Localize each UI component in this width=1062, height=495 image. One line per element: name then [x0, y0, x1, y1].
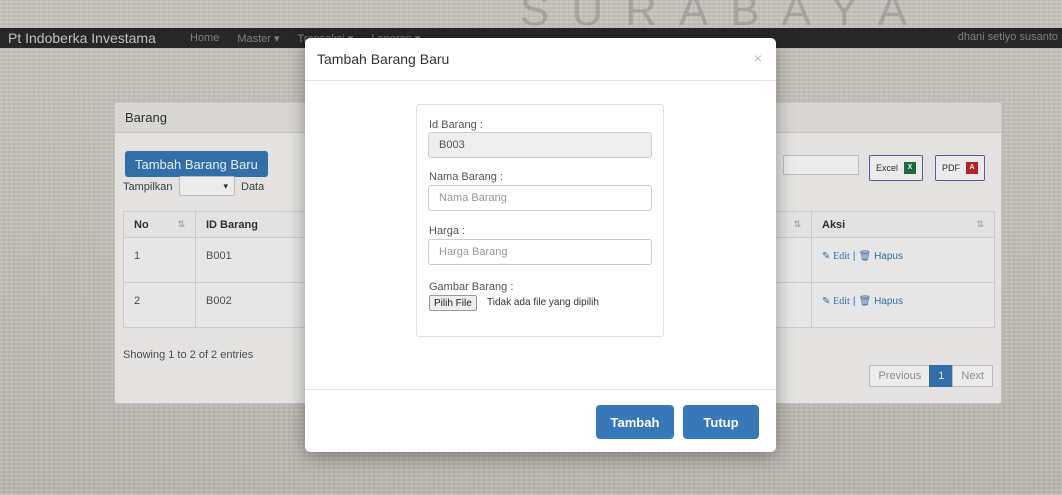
choose-file-button[interactable]: Pilih File — [429, 295, 477, 311]
nama-barang-input[interactable]: Nama Barang — [428, 185, 652, 211]
tambah-button[interactable]: Tambah — [596, 405, 674, 439]
barang-form: Id Barang : B003 Nama Barang : Nama Bara… — [416, 104, 664, 337]
id-barang-field: B003 — [428, 132, 652, 158]
close-icon[interactable]: × — [754, 50, 762, 66]
harga-input[interactable]: Harga Barang — [428, 239, 652, 265]
gambar-barang-label: Gambar Barang : — [429, 281, 514, 293]
add-barang-modal: Tambah Barang Baru × Id Barang : B003 Na… — [305, 38, 776, 452]
file-status-text: Tidak ada file yang dipilih — [487, 297, 599, 308]
harga-label: Harga : — [429, 225, 466, 237]
modal-footer: Tambah Tutup — [305, 389, 776, 452]
tutup-button[interactable]: Tutup — [683, 405, 759, 439]
nama-barang-label: Nama Barang : — [429, 171, 503, 183]
modal-header: Tambah Barang Baru × — [305, 38, 776, 81]
modal-title: Tambah Barang Baru — [317, 51, 450, 67]
id-barang-label: Id Barang : — [429, 119, 483, 131]
